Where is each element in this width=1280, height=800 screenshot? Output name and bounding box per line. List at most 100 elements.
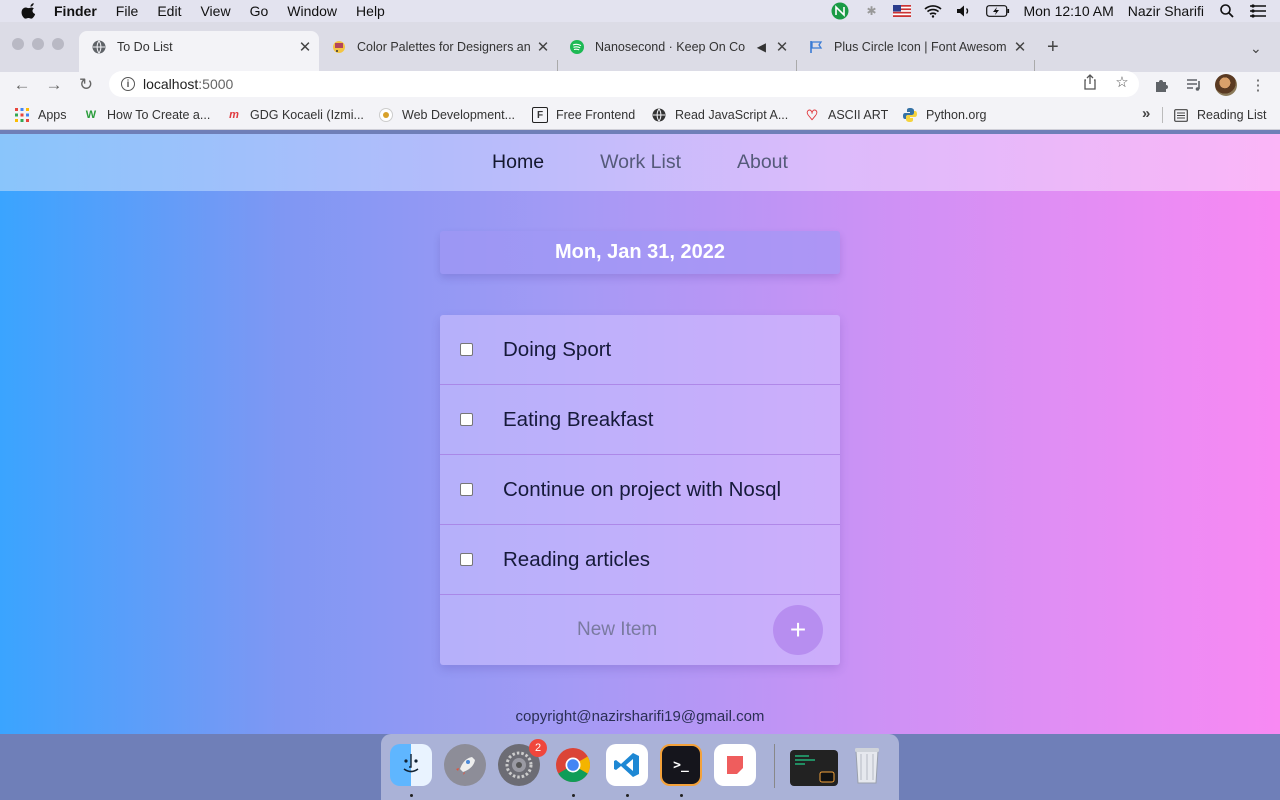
globe-icon bbox=[91, 39, 107, 55]
battery-icon[interactable] bbox=[986, 4, 1010, 18]
running-indicator bbox=[626, 794, 629, 797]
todo-item: Doing Sport bbox=[440, 315, 840, 385]
forward-icon[interactable]: → bbox=[43, 74, 65, 96]
close-tab-icon[interactable]: ✕ bbox=[774, 38, 790, 56]
menu-finder[interactable]: Finder bbox=[54, 3, 97, 19]
menu-view[interactable]: View bbox=[200, 3, 230, 19]
bookmark-how-to-create[interactable]: W How To Create a... bbox=[83, 107, 211, 123]
vscode-icon[interactable] bbox=[606, 744, 648, 786]
launchpad-icon[interactable] bbox=[444, 744, 486, 786]
bookmark-label: GDG Kocaeli (Izmi... bbox=[250, 108, 364, 122]
menu-edit[interactable]: Edit bbox=[157, 3, 181, 19]
menu-window[interactable]: Window bbox=[287, 3, 337, 19]
todo-checkbox[interactable] bbox=[460, 553, 473, 566]
bookmark-apps[interactable]: Apps bbox=[14, 107, 67, 123]
free-frontend-icon: F bbox=[532, 107, 548, 123]
terminal-window-thumbnail[interactable] bbox=[790, 750, 838, 786]
todo-item: Eating Breakfast bbox=[440, 385, 840, 455]
site-info-icon[interactable]: i bbox=[121, 77, 135, 91]
user-name[interactable]: Nazir Sharifi bbox=[1128, 3, 1204, 19]
close-tab-icon[interactable]: ✕ bbox=[297, 38, 313, 56]
trash-icon[interactable] bbox=[846, 744, 888, 786]
bookmark-read-javascript[interactable]: Read JavaScript A... bbox=[651, 107, 788, 123]
palette-site-icon bbox=[331, 39, 347, 55]
tab-plus-circle-icon[interactable]: Plus Circle Icon | Font Awesom ✕ bbox=[796, 32, 1034, 62]
speaker-deck-icon[interactable] bbox=[714, 744, 756, 786]
media-control-icon[interactable] bbox=[1183, 74, 1205, 96]
new-item-input[interactable]: New Item bbox=[577, 619, 657, 641]
close-tab-icon[interactable]: ✕ bbox=[535, 38, 551, 56]
url-port: :5000 bbox=[198, 76, 234, 92]
minimize-window-button[interactable] bbox=[32, 38, 44, 50]
bookmark-web-development[interactable]: Web Development... bbox=[378, 107, 515, 123]
browser-menu-icon[interactable]: ⋮ bbox=[1247, 74, 1269, 96]
speaker-icon[interactable]: ◀︎ bbox=[757, 40, 766, 54]
notification-badge: 2 bbox=[529, 739, 547, 757]
date-header: Mon, Jan 31, 2022 bbox=[440, 231, 840, 274]
bookmark-label: ASCII ART bbox=[828, 108, 889, 122]
finder-icon[interactable] bbox=[390, 744, 432, 786]
dock: 2 >_ bbox=[381, 734, 899, 800]
todo-checkbox[interactable] bbox=[460, 413, 473, 426]
bookmark-label: Python.org bbox=[926, 108, 987, 122]
tab-search-chevron-icon[interactable]: ⌄ bbox=[1250, 40, 1262, 57]
browser-toolbar: ← → ↻ i localhost:5000 ☆ ⋮ bbox=[0, 71, 1280, 100]
footer-copyright: copyright@nazirsharifi19@gmail.com bbox=[515, 708, 765, 725]
dock-divider bbox=[774, 744, 775, 788]
terminal-icon[interactable]: >_ bbox=[660, 744, 702, 786]
extensions-icon[interactable] bbox=[1151, 74, 1173, 96]
nav-home[interactable]: Home bbox=[492, 151, 544, 174]
tab-title: To Do List bbox=[117, 40, 173, 54]
bookmarks-bar: Apps W How To Create a... m GDG Kocaeli … bbox=[0, 100, 1280, 130]
more-bookmarks-icon[interactable]: » bbox=[1142, 105, 1150, 122]
bookmark-free-frontend[interactable]: F Free Frontend bbox=[532, 107, 635, 123]
nordvpn-icon[interactable] bbox=[831, 2, 849, 20]
bookmark-label: Free Frontend bbox=[556, 108, 636, 122]
bookmark-gdg-kocaeli[interactable]: m GDG Kocaeli (Izmi... bbox=[226, 107, 364, 123]
reading-list-button[interactable]: Reading List bbox=[1173, 107, 1267, 123]
close-window-button[interactable] bbox=[12, 38, 24, 50]
reload-icon[interactable]: ↻ bbox=[75, 74, 97, 96]
todo-checkbox[interactable] bbox=[460, 343, 473, 356]
todo-item: Reading articles bbox=[440, 525, 840, 595]
bookmark-star-icon[interactable]: ☆ bbox=[1112, 72, 1132, 92]
meetup-icon: m bbox=[229, 109, 239, 121]
bookmark-label: Read JavaScript A... bbox=[675, 108, 789, 122]
share-icon[interactable] bbox=[1080, 72, 1100, 92]
bluetooth-icon[interactable]: ✱ bbox=[862, 4, 880, 18]
tab-to-do-list[interactable]: To Do List ✕ bbox=[79, 31, 319, 72]
running-indicator bbox=[680, 794, 683, 797]
menu-go[interactable]: Go bbox=[250, 3, 269, 19]
bookmark-label: Web Development... bbox=[402, 108, 516, 122]
add-item-button[interactable]: + bbox=[773, 605, 823, 655]
wifi-icon[interactable] bbox=[924, 4, 943, 18]
apple-icon[interactable] bbox=[20, 3, 40, 19]
nav-work-list[interactable]: Work List bbox=[600, 151, 681, 174]
chrome-icon[interactable] bbox=[552, 744, 594, 786]
menu-file[interactable]: File bbox=[116, 3, 139, 19]
tab-nanosecond[interactable]: Nanosecond · Keep On Co ◀︎ ✕ bbox=[557, 32, 796, 62]
nav-about[interactable]: About bbox=[737, 151, 788, 174]
volume-icon[interactable] bbox=[955, 4, 973, 18]
todo-checkbox[interactable] bbox=[460, 483, 473, 496]
control-center-icon[interactable] bbox=[1249, 4, 1267, 18]
site-nav: Home Work List About bbox=[0, 134, 1280, 191]
back-icon[interactable]: ← bbox=[11, 74, 33, 96]
spotlight-icon[interactable] bbox=[1218, 4, 1236, 18]
web-dev-icon bbox=[378, 107, 394, 123]
bookmark-python-org[interactable]: Python.org bbox=[902, 107, 986, 123]
new-tab-icon[interactable]: + bbox=[1047, 36, 1059, 59]
reading-list-icon bbox=[1173, 107, 1189, 123]
apps-grid-icon bbox=[14, 107, 30, 123]
address-bar[interactable]: i localhost:5000 bbox=[109, 71, 1139, 97]
close-tab-icon[interactable]: ✕ bbox=[1012, 38, 1028, 56]
profile-avatar[interactable] bbox=[1215, 74, 1237, 96]
zoom-window-button[interactable] bbox=[52, 38, 64, 50]
url-host: localhost bbox=[143, 76, 199, 92]
bookmark-ascii-art[interactable]: ♡ ASCII ART bbox=[804, 107, 889, 123]
tab-color-palettes[interactable]: Color Palettes for Designers an ✕ bbox=[319, 32, 557, 62]
menu-help[interactable]: Help bbox=[356, 3, 385, 19]
clock[interactable]: Mon 12:10 AM bbox=[1023, 3, 1113, 19]
flag-us-icon[interactable] bbox=[893, 4, 912, 18]
running-indicator bbox=[410, 794, 413, 797]
